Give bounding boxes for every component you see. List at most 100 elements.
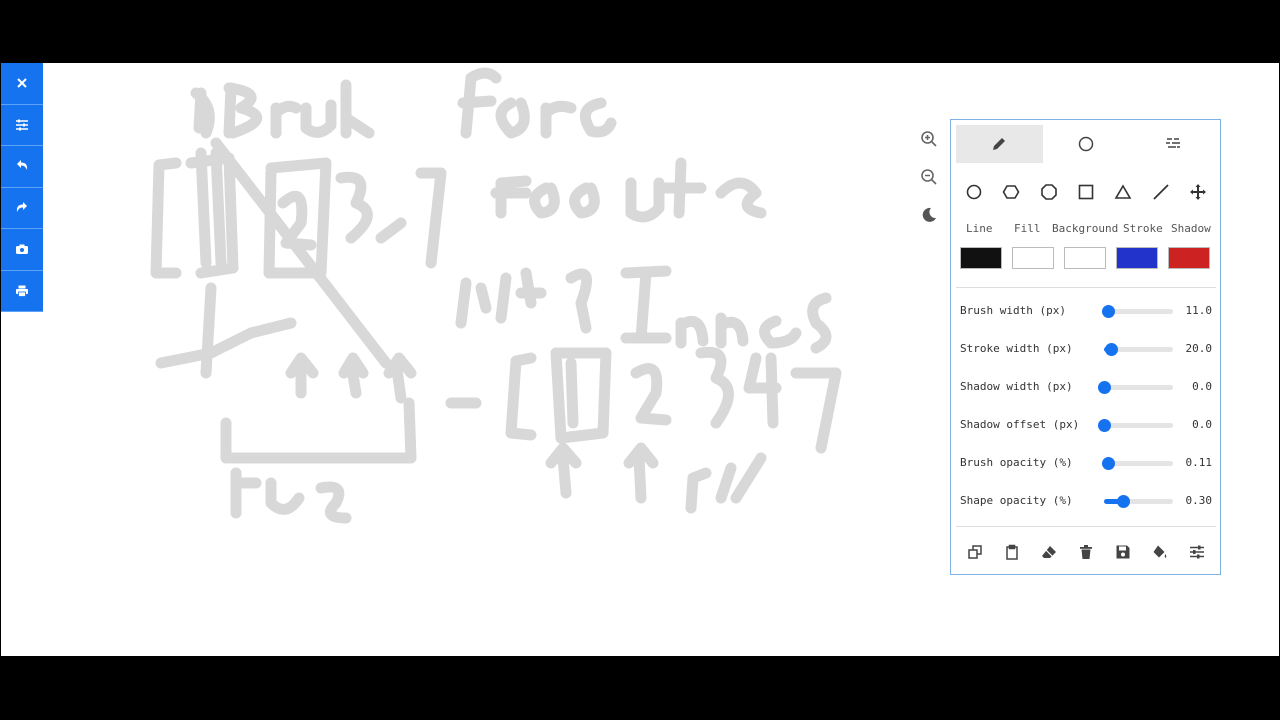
circle-icon — [966, 184, 982, 200]
shape-triangle-button[interactable] — [1112, 178, 1134, 206]
slider-value: 0.11 — [1185, 456, 1213, 469]
line-icon — [1153, 184, 1169, 200]
zoom-out-button[interactable] — [918, 166, 940, 188]
pencil-icon — [993, 138, 1006, 150]
move-button[interactable] — [1187, 178, 1209, 206]
paste-button[interactable] — [1001, 540, 1023, 564]
shadow-color-label: Shadow — [1171, 222, 1211, 235]
slider-thumb[interactable] — [1098, 419, 1111, 432]
slider-thumb[interactable] — [1102, 305, 1116, 318]
octagon-icon — [1040, 184, 1057, 200]
slider-track[interactable] — [1104, 495, 1173, 508]
brush-width-slider: Brush width (px) 11.0 — [960, 301, 1212, 321]
color-labels: Line Fill Background Stroke Shadow — [956, 222, 1216, 238]
shape-hexagon-button[interactable] — [1000, 178, 1022, 206]
slider-value: 0.30 — [1185, 494, 1213, 507]
paint-bucket-icon — [1153, 545, 1167, 558]
slider-value: 11.0 — [1185, 304, 1213, 317]
slider-label: Stroke width (px) — [960, 342, 1073, 355]
save-icon — [1116, 545, 1130, 559]
shadow-color-swatch[interactable] — [1168, 247, 1210, 269]
tab-brush-style[interactable] — [1129, 125, 1216, 163]
dark-mode-toggle[interactable] — [918, 204, 940, 226]
settings-button[interactable] — [1, 104, 43, 146]
settings-sliders-icon — [16, 119, 28, 131]
left-toolbar — [1, 63, 43, 312]
slider-thumb[interactable] — [1102, 457, 1116, 470]
shape-toolbar — [956, 178, 1216, 206]
slider-track[interactable] — [1098, 419, 1173, 432]
eraser-button[interactable] — [1038, 540, 1060, 564]
slider-label: Brush width (px) — [960, 304, 1066, 317]
brush-lines-icon — [1165, 138, 1180, 148]
shape-octagon-button[interactable] — [1038, 178, 1060, 206]
stroke-color-label: Stroke — [1123, 222, 1163, 235]
redo-button[interactable] — [1, 187, 43, 229]
slider-track[interactable] — [1104, 343, 1173, 356]
fill-color-swatch[interactable] — [1012, 247, 1054, 269]
shape-opacity-slider: Shape opacity (%) 0.30 — [960, 491, 1212, 511]
close-button[interactable] — [1, 63, 43, 105]
background-color-swatch[interactable] — [1064, 247, 1106, 269]
close-icon — [17, 78, 27, 88]
fill-bucket-button[interactable] — [1149, 540, 1171, 564]
shape-square-button[interactable] — [1075, 178, 1097, 206]
divider — [956, 287, 1216, 288]
hexagon-icon — [1002, 185, 1020, 199]
slider-value: 0.0 — [1192, 380, 1212, 393]
action-toolbar — [956, 540, 1216, 564]
camera-icon — [16, 244, 28, 255]
redo-icon — [16, 201, 27, 212]
slider-label: Brush opacity (%) — [960, 456, 1073, 469]
settings-button[interactable] — [1186, 540, 1208, 564]
settings-sliders-icon — [1190, 545, 1204, 559]
print-icon — [16, 285, 28, 297]
undo-button[interactable] — [1, 146, 43, 188]
shape-circle-button[interactable] — [963, 178, 985, 206]
stroke-color-swatch[interactable] — [1116, 247, 1158, 269]
fill-color-label: Fill — [1014, 222, 1041, 235]
stroke-width-slider: Stroke width (px) 20.0 — [960, 339, 1212, 359]
line-color-swatch[interactable] — [960, 247, 1002, 269]
shape-line-button[interactable] — [1150, 178, 1172, 206]
square-icon — [1078, 184, 1094, 200]
line-color-label: Line — [966, 222, 993, 235]
slider-value: 20.0 — [1185, 342, 1213, 355]
copy-button[interactable] — [964, 540, 986, 564]
slider-label: Shape opacity (%) — [960, 494, 1073, 507]
copy-icon — [968, 545, 982, 559]
background-color-label: Background — [1052, 222, 1119, 235]
tool-panel: Line Fill Background Stroke Shadow Brush… — [950, 119, 1221, 575]
slider-track[interactable] — [1102, 457, 1173, 470]
zoom-out-icon — [921, 169, 937, 185]
print-button[interactable] — [1, 270, 43, 312]
slider-label: Shadow width (px) — [960, 380, 1073, 393]
slider-label: Shadow offset (px) — [960, 418, 1080, 431]
trash-icon — [1080, 545, 1092, 559]
slider-track[interactable] — [1098, 381, 1173, 394]
tab-shapes[interactable] — [1043, 125, 1130, 163]
zoom-in-icon — [921, 131, 937, 147]
delete-button[interactable] — [1075, 540, 1097, 564]
triangle-icon — [1114, 184, 1132, 199]
slider-thumb[interactable] — [1104, 343, 1118, 356]
circle-icon — [1078, 136, 1094, 152]
undo-icon — [17, 160, 28, 171]
shadow-offset-slider: Shadow offset (px) 0.0 — [960, 415, 1212, 435]
brush-opacity-slider: Brush opacity (%) 0.11 — [960, 453, 1212, 473]
slider-thumb[interactable] — [1116, 495, 1130, 508]
paste-icon — [1006, 544, 1018, 560]
slider-value: 0.0 — [1192, 418, 1212, 431]
divider — [956, 526, 1216, 527]
tab-brush[interactable] — [956, 125, 1043, 163]
tool-tabs — [956, 125, 1216, 163]
eraser-icon — [1042, 546, 1056, 558]
zoom-in-button[interactable] — [918, 128, 940, 150]
shadow-width-slider: Shadow width (px) 0.0 — [960, 377, 1212, 397]
slider-thumb[interactable] — [1098, 381, 1111, 394]
screenshot-button[interactable] — [1, 229, 43, 271]
move-icon — [1189, 184, 1206, 200]
slider-track[interactable] — [1102, 305, 1173, 318]
moon-icon — [922, 207, 936, 222]
save-button[interactable] — [1112, 540, 1134, 564]
